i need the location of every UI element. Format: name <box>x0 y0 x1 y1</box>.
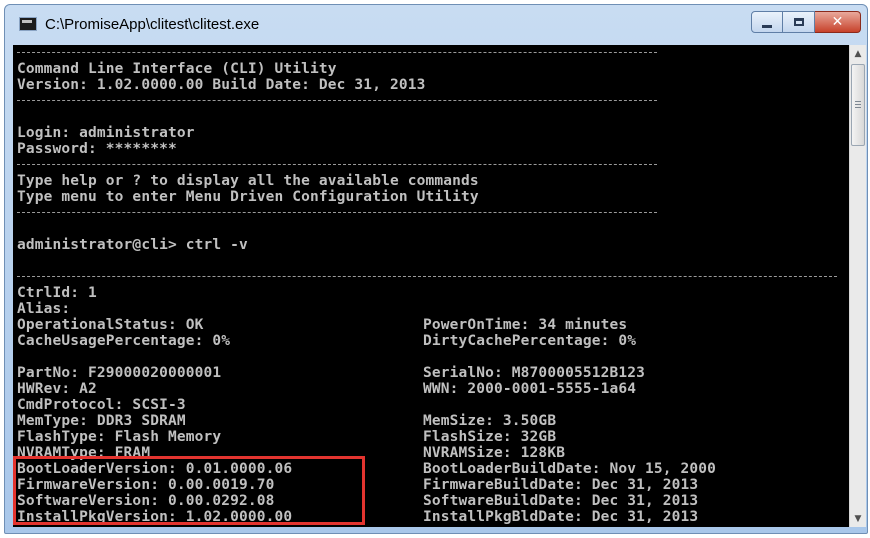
grip-line <box>855 104 861 105</box>
close-button[interactable]: ✕ <box>815 11 861 33</box>
console-line: FlashSize: 32GB <box>423 429 557 445</box>
close-icon: ✕ <box>831 14 844 30</box>
console-line: BootLoaderBuildDate: Nov 15, 2000 <box>423 461 717 477</box>
console-line: OperationalStatus: OK <box>17 317 204 333</box>
console-line: SerialNo: M8700005512B123 <box>423 365 645 381</box>
console-output[interactable]: Command Line Interface (CLI) Utility Ver… <box>13 45 849 527</box>
console-line: FlashType: Flash Memory <box>17 429 222 445</box>
console-line: FirmwareVersion: 0.00.0019.70 <box>17 477 275 493</box>
vertical-scrollbar[interactable]: ▲ ▼ <box>849 45 866 527</box>
console-line: Login: administrator <box>17 125 195 141</box>
console-line: WWN: 2000-0001-5555-1a64 <box>423 381 637 397</box>
console-line: Type menu to enter Menu Driven Configura… <box>17 189 479 205</box>
console-text: Command Line Interface (CLI) Utility Ver… <box>17 45 843 525</box>
scroll-thumb[interactable] <box>851 64 865 146</box>
console-line: NVRAMType: FRAM <box>17 445 151 461</box>
console-line: DirtyCachePercentage: 0% <box>423 333 637 349</box>
maximize-button[interactable] <box>783 11 815 33</box>
scroll-down-icon[interactable]: ▼ <box>850 510 866 527</box>
console-line: PartNo: F29000020000001 <box>17 365 222 381</box>
console-line: SoftwareVersion: 0.00.0292.08 <box>17 493 275 509</box>
title-bar[interactable]: C:\PromiseApp\clitest\clitest.exe ✕ <box>5 5 867 45</box>
console-line: Type help or ? to display all the availa… <box>17 173 479 189</box>
separator-line <box>17 157 657 165</box>
separator-line <box>17 93 657 101</box>
scroll-up-icon[interactable]: ▲ <box>850 45 866 62</box>
console-line: MemSize: 3.50GB <box>423 413 557 429</box>
minimize-icon <box>762 24 772 28</box>
console-line: PowerOnTime: 34 minutes <box>423 317 628 333</box>
console-line: CtrlId: 1 <box>17 285 97 301</box>
console-line: Command Line Interface (CLI) Utility <box>17 61 337 77</box>
console-line: Alias: <box>17 301 71 317</box>
console-line: MemType: DDR3 SDRAM <box>17 413 186 429</box>
console-line: InstallPkgBldDate: Dec 31, 2013 <box>423 509 699 525</box>
grip-line <box>855 101 861 102</box>
console-line: Password: ******** <box>17 141 177 157</box>
window-title: C:\PromiseApp\clitest\clitest.exe <box>45 16 260 33</box>
console-line: SoftwareBuildDate: Dec 31, 2013 <box>423 493 699 509</box>
console-line: NVRAMSize: 128KB <box>423 445 566 461</box>
console-window: C:\PromiseApp\clitest\clitest.exe ✕ Comm… <box>4 4 868 534</box>
console-line: CmdProtocol: SCSI-3 <box>17 397 186 413</box>
minimize-button[interactable] <box>751 11 783 33</box>
caption-buttons: ✕ <box>751 11 861 33</box>
console-line: FirmwareBuildDate: Dec 31, 2013 <box>423 477 699 493</box>
console-app-icon <box>19 17 37 31</box>
separator-line <box>17 269 837 277</box>
console-line: HWRev: A2 <box>17 381 97 397</box>
separator-line <box>17 205 657 213</box>
console-line: BootLoaderVersion: 0.01.0000.06 <box>17 461 293 477</box>
separator-line <box>17 45 657 53</box>
console-line: InstallPkgVersion: 1.02.0000.00 <box>17 509 293 525</box>
console-line: Version: 1.02.0000.00 Build Date: Dec 31… <box>17 77 426 93</box>
maximize-icon <box>793 18 804 26</box>
command-prompt: administrator@cli> ctrl -v <box>17 237 248 253</box>
grip-line <box>855 107 861 108</box>
console-line: CacheUsagePercentage: 0% <box>17 333 231 349</box>
